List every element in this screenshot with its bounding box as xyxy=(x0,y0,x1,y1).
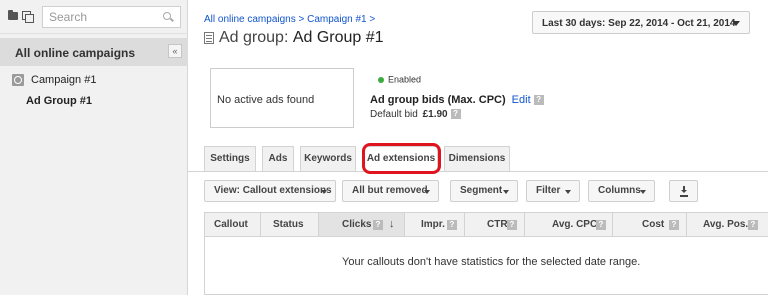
help-icon[interactable]: ? xyxy=(748,220,758,230)
empty-state-message: Your callouts don't have statistics for … xyxy=(342,256,641,268)
tab-highlight-annotation xyxy=(362,143,441,174)
all-campaigns-label: All online campaigns xyxy=(15,46,136,60)
caret-down-icon xyxy=(503,190,509,194)
column-header-cost[interactable]: Cost? xyxy=(613,213,687,236)
status-filter-dropdown[interactable]: All but removed xyxy=(342,180,439,202)
help-icon[interactable]: ? xyxy=(447,220,457,230)
all-campaigns-item[interactable]: All online campaigns « xyxy=(0,38,188,66)
tab-settings[interactable]: Settings xyxy=(204,146,256,171)
view-toggle[interactable] xyxy=(8,10,34,23)
column-header-status[interactable]: Status xyxy=(261,213,319,236)
breadcrumb-all-campaigns[interactable]: All online campaigns xyxy=(204,14,296,25)
table-header: Callout Status Clicks? ↓ Impr.? CTR? Avg.… xyxy=(205,213,768,237)
bid-row: Ad group bids (Max. CPC) Edit? xyxy=(370,94,544,106)
default-bid: Default bid £1.90? xyxy=(370,109,461,120)
columns-label: Columns xyxy=(598,185,641,196)
caret-down-icon xyxy=(424,190,430,194)
help-icon[interactable]: ? xyxy=(450,109,461,120)
column-header-callout[interactable]: Callout xyxy=(205,213,261,236)
download-button[interactable] xyxy=(669,180,698,202)
status-text: Enabled xyxy=(388,74,422,85)
filter-label: Filter xyxy=(536,185,561,196)
help-icon[interactable]: ? xyxy=(373,220,383,230)
sidebar-toolbar xyxy=(0,0,188,34)
segment-dropdown[interactable]: Segment xyxy=(450,180,518,202)
columns-dropdown[interactable]: Columns xyxy=(588,180,655,202)
help-icon[interactable]: ? xyxy=(507,220,517,230)
date-range-picker[interactable]: Last 30 days: Sep 22, 2014 - Oct 21, 201… xyxy=(532,11,750,34)
caret-down-icon xyxy=(640,190,646,194)
column-header-avg-cpc[interactable]: Avg. CPC? xyxy=(525,213,613,236)
caret-down-icon xyxy=(321,190,327,194)
column-header-impressions[interactable]: Impr.? xyxy=(405,213,465,236)
statistics-table: Callout Status Clicks? ↓ Impr.? CTR? Avg.… xyxy=(204,212,768,295)
page-title-name: Ad Group #1 xyxy=(292,29,384,46)
column-header-ctr[interactable]: CTR? xyxy=(465,213,525,236)
sidebar-item-campaign-label: Campaign #1 xyxy=(31,74,97,86)
sort-descending-icon: ↓ xyxy=(389,218,395,230)
page-title-prefix: Ad group: xyxy=(219,29,293,46)
sidebar-item-adgroup[interactable]: Ad Group #1 xyxy=(26,95,92,107)
segment-label: Segment xyxy=(460,185,503,196)
tab-ads[interactable]: Ads xyxy=(262,146,294,171)
view-dropdown[interactable]: View: Callout extensions xyxy=(204,180,336,202)
status-filter-label: All but removed xyxy=(352,185,428,196)
breadcrumb-separator: > xyxy=(366,14,376,25)
ads-box-message: No active ads found xyxy=(217,94,315,106)
page-title: Ad group: Ad Group #1 xyxy=(204,29,384,47)
column-header-avg-pos[interactable]: Avg. Pos.? xyxy=(687,213,768,236)
date-range-label: Last 30 days: Sep 22, 2014 - Oct 21, 201… xyxy=(542,18,736,29)
default-bid-value: £1.90 xyxy=(422,109,448,120)
breadcrumb: All online campaigns > Campaign #1 > xyxy=(204,14,375,25)
status-dot-icon xyxy=(378,76,384,83)
download-icon xyxy=(680,186,688,197)
column-header-clicks[interactable]: Clicks? ↓ xyxy=(319,213,405,236)
collapse-sidebar-button[interactable]: « xyxy=(168,44,182,58)
help-icon[interactable]: ? xyxy=(669,220,679,230)
edit-bid-link[interactable]: Edit xyxy=(512,94,531,106)
adgroup-icon xyxy=(204,32,214,44)
copy-icon[interactable] xyxy=(22,11,34,23)
caret-down-icon xyxy=(732,21,740,26)
help-icon[interactable]: ? xyxy=(596,220,606,230)
campaign-icon xyxy=(12,74,24,86)
search-icon[interactable] xyxy=(163,12,171,20)
sidebar: All online campaigns « Campaign #1 Ad Gr… xyxy=(0,0,188,295)
tab-dimensions[interactable]: Dimensions xyxy=(444,146,510,171)
sidebar-search[interactable] xyxy=(42,6,181,28)
default-bid-label: Default bid xyxy=(370,109,418,120)
help-icon[interactable]: ? xyxy=(533,95,544,106)
folder-icon[interactable] xyxy=(8,10,18,20)
search-input[interactable] xyxy=(49,10,159,24)
breadcrumb-separator: > xyxy=(295,14,308,25)
tab-keywords[interactable]: Keywords xyxy=(300,146,356,171)
caret-down-icon xyxy=(565,190,571,194)
bid-title: Ad group bids (Max. CPC) xyxy=(370,94,506,106)
status-indicator: Enabled xyxy=(378,74,421,85)
view-dropdown-label: View: Callout extensions xyxy=(214,185,332,196)
breadcrumb-campaign[interactable]: Campaign #1 xyxy=(307,14,366,25)
tabs-divider xyxy=(188,171,768,172)
filter-dropdown[interactable]: Filter xyxy=(526,180,580,202)
ads-preview-box: No active ads found xyxy=(210,68,354,128)
